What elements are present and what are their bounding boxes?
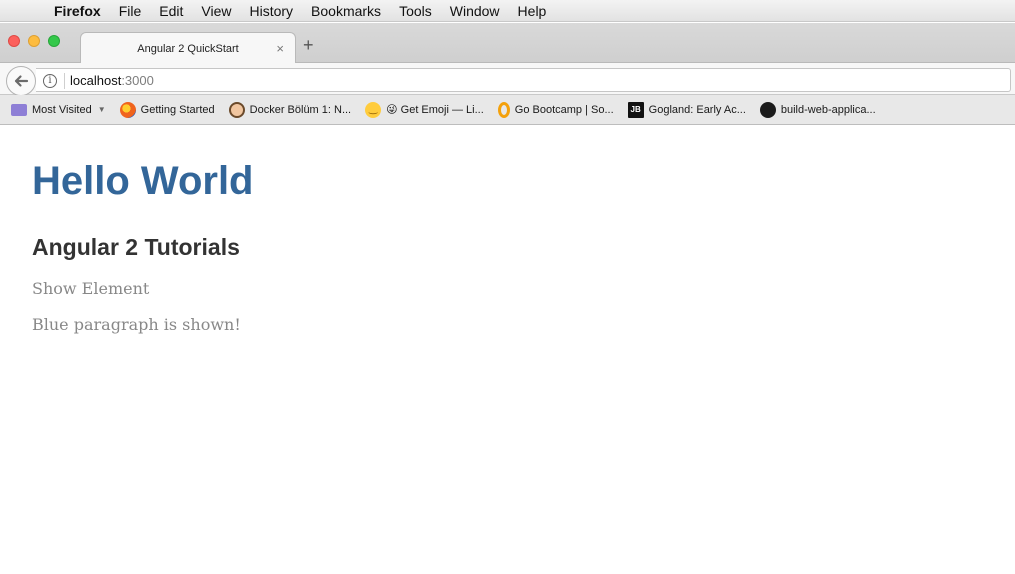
show-element-toggle[interactable]: Show Element xyxy=(32,279,992,299)
new-tab-icon[interactable]: + xyxy=(303,36,314,54)
tab-angular-quickstart[interactable]: Angular 2 QuickStart × xyxy=(80,32,296,64)
zoom-window-button[interactable] xyxy=(48,35,60,47)
bookmark-build-web-app[interactable]: build-web-applica... xyxy=(759,101,876,118)
emoji-icon: ‿ xyxy=(365,101,382,118)
firefox-icon xyxy=(119,101,136,118)
folder-icon xyxy=(11,103,27,116)
bookmark-label: Most Visited xyxy=(32,103,92,116)
page-subheading: Angular 2 Tutorials xyxy=(32,234,240,260)
bookmark-most-visited[interactable]: Most Visited ▼ xyxy=(11,102,106,118)
bookmark-go-bootcamp[interactable]: Go Bootcamp | So... xyxy=(497,101,614,118)
url-port: :3000 xyxy=(121,73,154,88)
url-bar[interactable]: i localhost:3000 xyxy=(36,68,1011,92)
bookmarks-toolbar: Most Visited ▼ Getting Started Docker Bö… xyxy=(0,95,1015,125)
mac-menu-bar: Firefox File Edit View History Bookmarks… xyxy=(0,0,1015,22)
bookmark-getting-started[interactable]: Getting Started xyxy=(119,101,215,118)
bookmark-label: 😜 Get Emoji — Li... xyxy=(386,104,484,116)
avatar-icon xyxy=(228,101,245,118)
bookmark-label: build-web-applica... xyxy=(780,103,876,116)
bookmark-label: Go Bootcamp | So... xyxy=(514,103,614,116)
tab-title: Angular 2 QuickStart xyxy=(137,42,239,55)
url-host: localhost xyxy=(70,73,122,88)
tab-close-icon[interactable]: × xyxy=(276,41,284,56)
minimize-window-button[interactable] xyxy=(28,35,40,47)
tab-strip: Angular 2 QuickStart × + xyxy=(0,23,1015,64)
bookmark-label: Gogland: Early Ac... xyxy=(648,103,746,116)
menu-tools[interactable]: Tools xyxy=(390,0,441,22)
bookmark-get-emoji[interactable]: ‿ 😜 Get Emoji — Li... xyxy=(365,101,484,118)
menu-help[interactable]: Help xyxy=(509,0,556,22)
site-info-icon[interactable]: i xyxy=(43,74,57,88)
bookmark-label: Docker Bölüm 1: N... xyxy=(249,103,352,116)
menu-edit[interactable]: Edit xyxy=(150,0,192,22)
menu-bookmarks[interactable]: Bookmarks xyxy=(302,0,390,22)
page-heading: Hello World xyxy=(32,159,254,203)
menu-history[interactable]: History xyxy=(240,0,302,22)
jetbrains-icon: JB xyxy=(627,101,644,118)
bookmark-label: Getting Started xyxy=(140,103,215,116)
menu-view[interactable]: View xyxy=(192,0,240,22)
menu-window[interactable]: Window xyxy=(441,0,509,22)
opera-icon xyxy=(497,101,510,118)
back-button[interactable] xyxy=(6,66,36,96)
back-arrow-icon xyxy=(14,75,29,87)
url-text[interactable]: localhost:3000 xyxy=(70,73,154,88)
navigation-bar: i localhost:3000 xyxy=(0,63,1015,96)
chevron-down-icon: ▼ xyxy=(97,105,106,114)
page-content: Hello World Angular 2 Tutorials Show Ele… xyxy=(32,125,992,335)
menu-file[interactable]: File xyxy=(110,0,151,22)
bookmark-gogland[interactable]: JB Gogland: Early Ac... xyxy=(627,101,746,118)
github-icon xyxy=(759,101,776,118)
menu-app-firefox[interactable]: Firefox xyxy=(38,0,110,22)
bookmark-docker[interactable]: Docker Bölüm 1: N... xyxy=(228,101,352,118)
blue-paragraph: Blue paragraph is shown! xyxy=(32,315,241,334)
url-separator xyxy=(64,73,65,89)
close-window-button[interactable] xyxy=(8,35,20,47)
